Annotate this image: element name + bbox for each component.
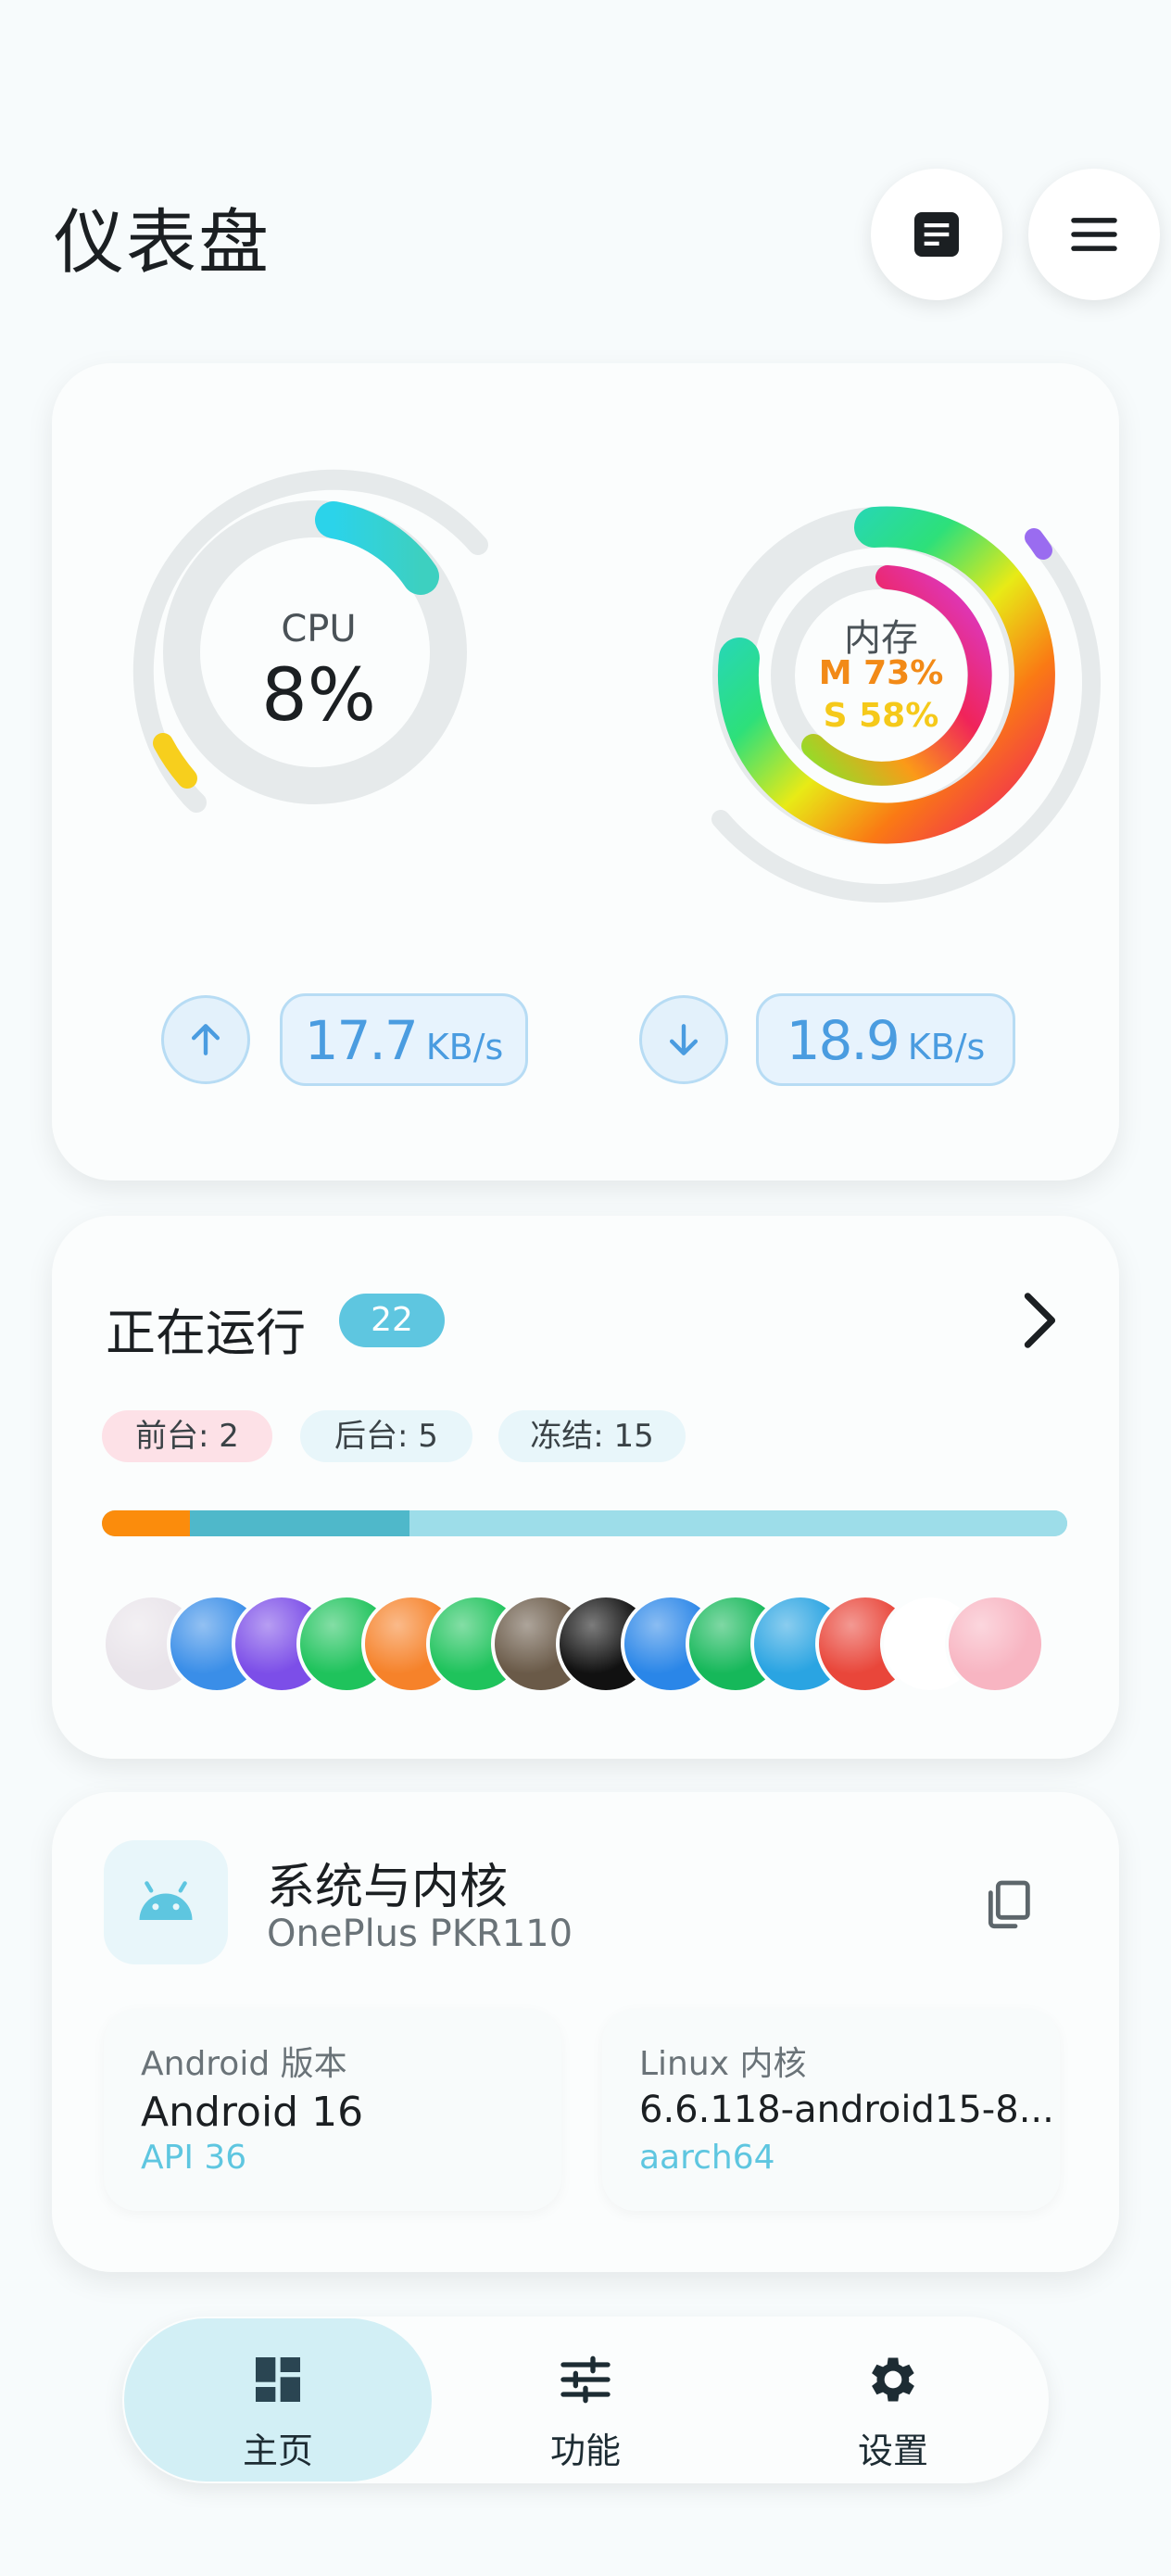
linux-arch: aarch64 <box>639 2139 775 2177</box>
tune-icon <box>560 2355 611 2404</box>
upload-speed-value: 17.7 <box>304 1009 419 1072</box>
android-version-label: Android 版本 <box>141 2045 347 2083</box>
download-speed-unit: KB/s <box>907 1027 986 1067</box>
cpu-label: CPU <box>281 608 357 650</box>
arrow-down-icon <box>669 1024 699 1055</box>
device-model: OnePlus PKR110 <box>267 1913 573 1955</box>
download-indicator <box>639 995 728 1084</box>
upload-speed-unit: KB/s <box>425 1027 504 1067</box>
android-icon <box>139 1881 193 1920</box>
running-app-icons <box>102 1594 1102 1694</box>
android-logo <box>104 1840 228 1964</box>
nav-features[interactable]: 功能 <box>432 2318 739 2481</box>
foreground-segment <box>102 1510 190 1536</box>
hamburger-menu-icon <box>1071 218 1117 251</box>
download-speed-value: 18.9 <box>786 1009 900 1072</box>
upload-speed: 17.7 KB/s <box>280 993 528 1086</box>
nav-home[interactable]: 主页 <box>124 2318 432 2481</box>
chevron-right-icon[interactable] <box>1006 1288 1071 1353</box>
upload-indicator <box>161 995 250 1084</box>
running-count-badge: 22 <box>339 1294 445 1347</box>
android-version-value: Android 16 <box>141 2089 364 2136</box>
nav-features-label: 功能 <box>549 2431 621 2471</box>
frozen-chip: 冻结: 15 <box>498 1410 686 1462</box>
bottom-navigation: 主页 功能 设置 <box>122 2317 1049 2483</box>
dashboard-icon <box>256 2357 300 2402</box>
memory-main-value: M 73% <box>818 654 944 692</box>
resource-card[interactable]: CPU 8% 内存 M 73% S 58% 17.7 KB/s 18.9 KB/… <box>52 363 1119 1181</box>
copy-icon[interactable] <box>978 1875 1038 1935</box>
menu-button[interactable] <box>1028 169 1160 300</box>
memory-gauge: 内存 M 73% S 58% <box>654 448 1108 903</box>
linux-kernel-tile: Linux 内核 6.6.118-android15-8... aarch64 <box>602 2009 1060 2211</box>
nav-settings-label: 设置 <box>857 2431 928 2471</box>
document-icon <box>914 212 959 257</box>
linux-kernel-label: Linux 内核 <box>639 2045 807 2083</box>
arrow-up-icon <box>191 1024 220 1055</box>
background-segment <box>189 1510 409 1536</box>
background-chip: 后台: 5 <box>300 1410 472 1462</box>
notes-button[interactable] <box>871 169 1002 300</box>
android-api-level: API 36 <box>141 2139 247 2177</box>
gear-icon <box>872 2357 914 2402</box>
process-distribution-bar <box>102 1510 1067 1536</box>
nav-settings[interactable]: 设置 <box>739 2318 1047 2481</box>
pig-app-icon <box>945 1594 1045 1694</box>
running-title: 正在运行 <box>106 1304 306 1362</box>
cpu-gauge: CPU 8% <box>115 448 523 856</box>
android-version-tile: Android 版本 Android 16 API 36 <box>104 2009 561 2211</box>
download-speed: 18.9 KB/s <box>756 993 1015 1086</box>
cpu-value: 8% <box>261 654 376 738</box>
frozen-segment <box>409 1510 1067 1536</box>
running-apps-card[interactable]: 正在运行 22 前台: 2 后台: 5 冻结: 15 <box>52 1216 1119 1759</box>
nav-home-label: 主页 <box>242 2431 313 2471</box>
memory-swap-value: S 58% <box>823 697 939 735</box>
system-kernel-card[interactable]: 系统与内核 OnePlus PKR110 Android 版本 Android … <box>52 1792 1119 2272</box>
page-title: 仪表盘 <box>54 201 271 284</box>
system-title: 系统与内核 <box>267 1860 509 1915</box>
foreground-chip: 前台: 2 <box>102 1410 272 1462</box>
linux-kernel-value: 6.6.118-android15-8... <box>639 2089 1054 2131</box>
